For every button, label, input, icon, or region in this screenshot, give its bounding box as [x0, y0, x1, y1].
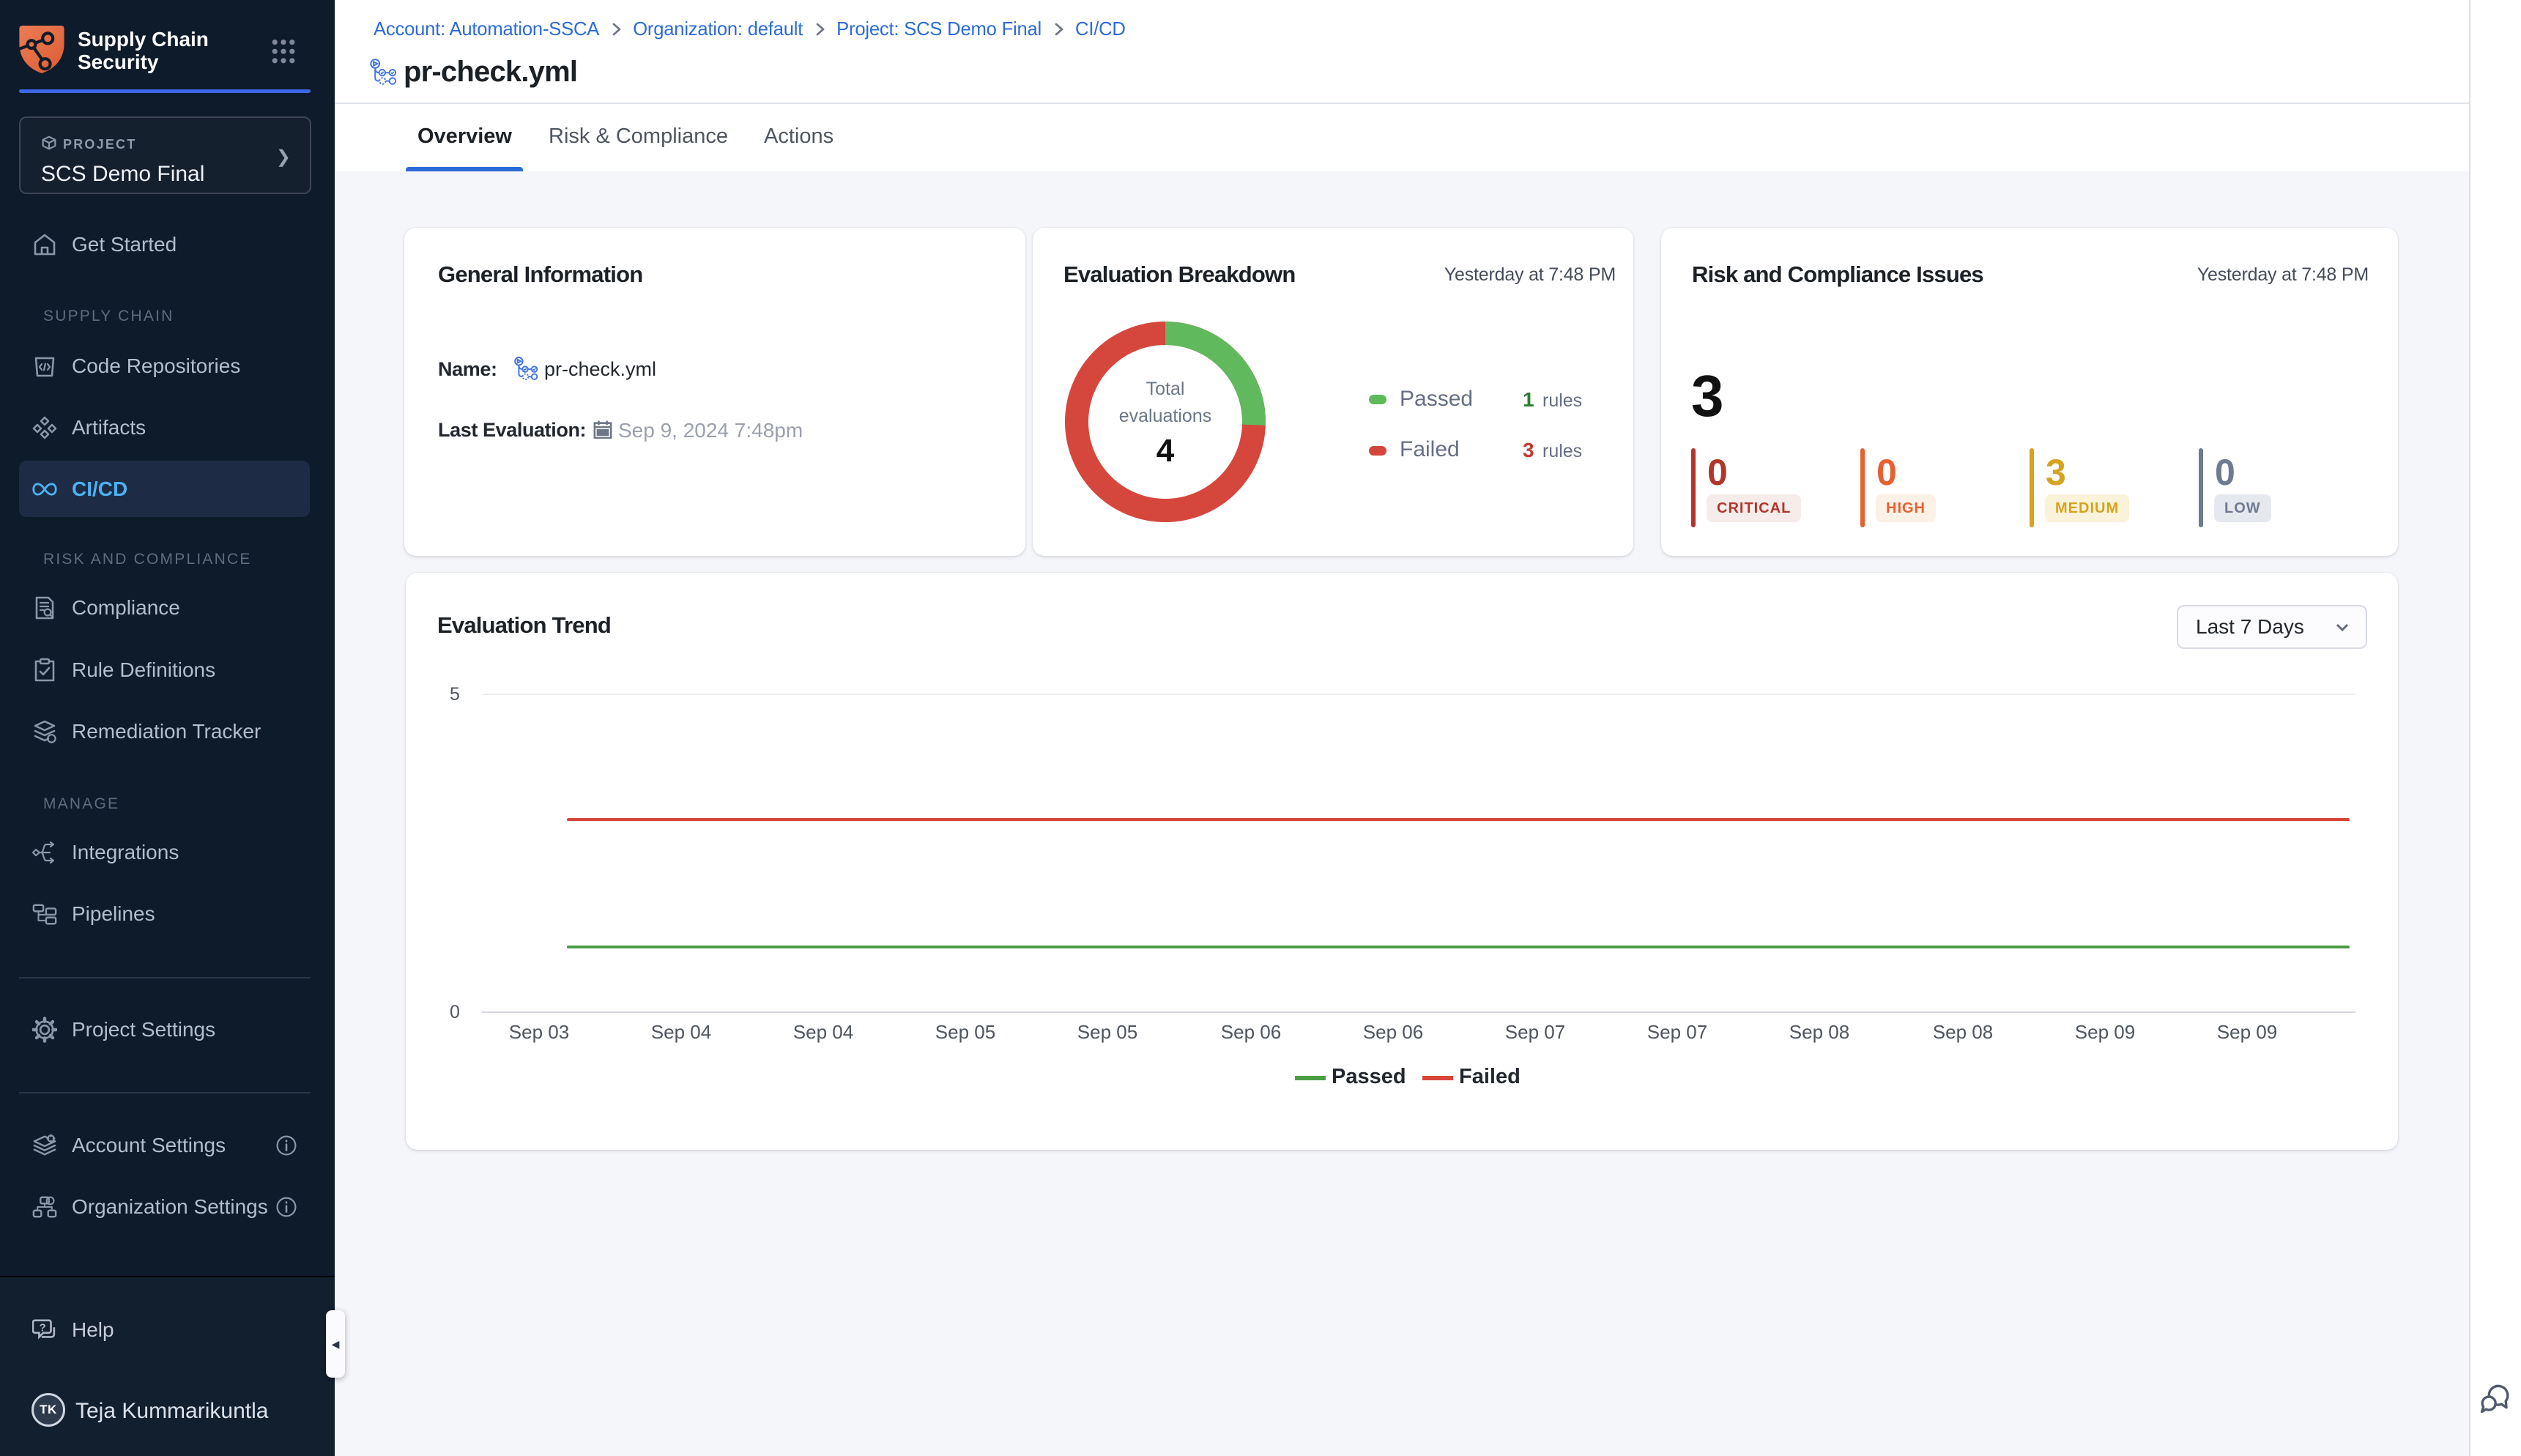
svg-text:?: ? — [39, 1321, 45, 1334]
